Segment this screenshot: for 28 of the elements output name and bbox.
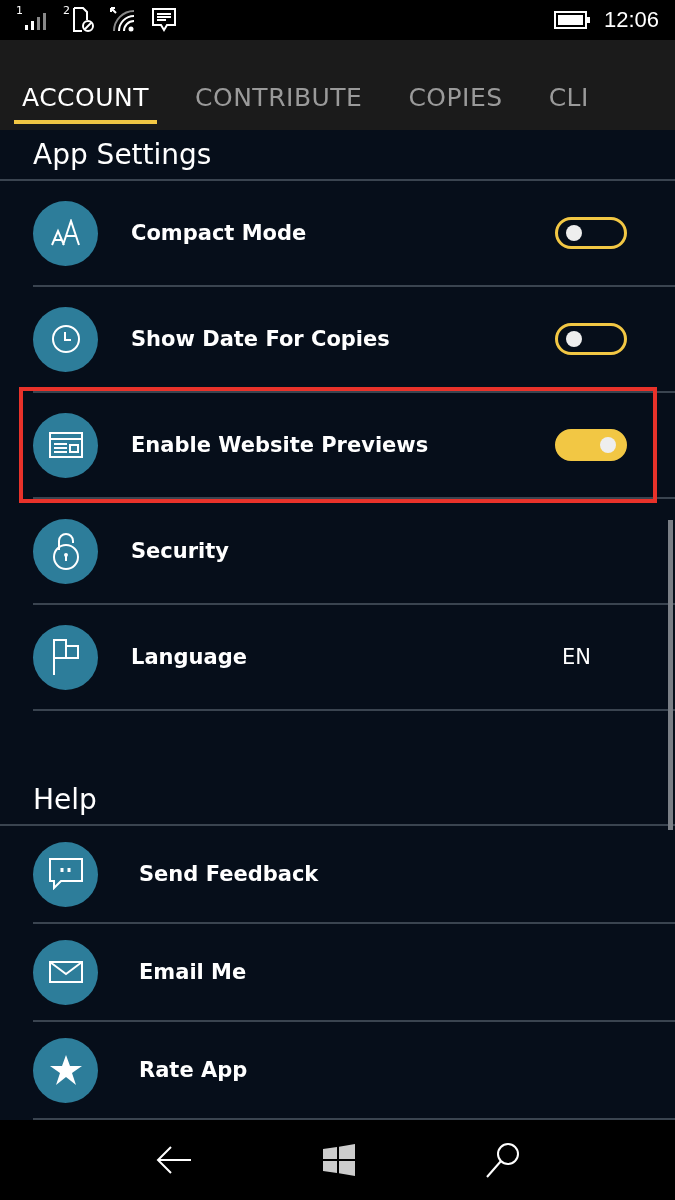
scrollbar[interactable] <box>668 520 673 830</box>
blocked-sim-icon <box>72 7 96 33</box>
tab[interactable]: ACCOUNT <box>14 83 158 124</box>
setting-label[interactable]: Compact Mode <box>131 221 555 245</box>
search-icon[interactable] <box>485 1142 520 1178</box>
setting-label[interactable]: Send Feedback <box>139 862 627 886</box>
tab[interactable]: CLI <box>540 83 597 124</box>
setting-label[interactable]: Rate App <box>139 1058 627 1082</box>
signal-icon <box>25 10 49 30</box>
windows-icon[interactable] <box>322 1144 355 1176</box>
setting-label[interactable]: Show Date For Copies <box>131 327 555 351</box>
toggle-switch[interactable] <box>555 323 627 355</box>
section-title: App Settings <box>0 130 675 181</box>
back-icon[interactable] <box>155 1145 192 1175</box>
toggle-switch[interactable] <box>555 217 627 249</box>
tab[interactable]: CONTRIBUTE <box>187 83 371 124</box>
sim-number: 2 <box>63 4 70 17</box>
setting-label[interactable]: Language <box>131 645 562 669</box>
toggle-switch[interactable] <box>555 429 627 461</box>
clock-time: 12:06 <box>603 7 659 33</box>
sim-number: 1 <box>16 4 23 17</box>
setting-label[interactable]: Enable Website Previews <box>131 433 555 457</box>
setting-value: EN <box>562 645 591 669</box>
message-icon <box>152 8 176 32</box>
setting-label[interactable]: Email Me <box>139 960 627 984</box>
battery-icon <box>553 11 590 29</box>
tab[interactable]: COPIES <box>400 83 511 124</box>
setting-label[interactable]: Security <box>131 539 627 563</box>
